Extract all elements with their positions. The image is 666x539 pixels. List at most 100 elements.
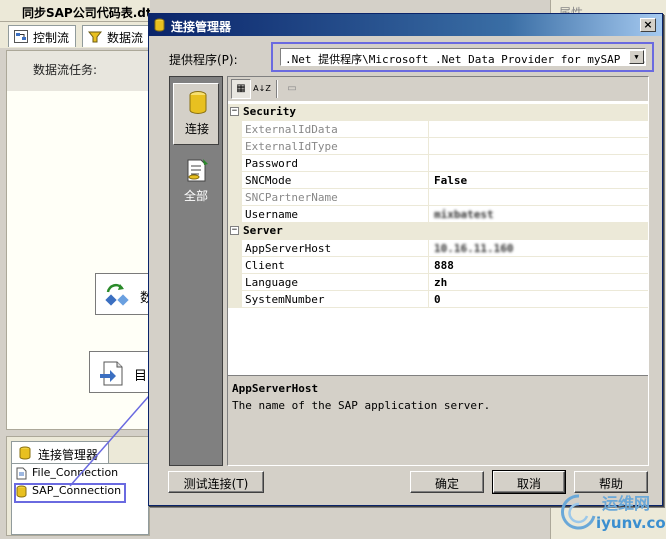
watermark-logo-icon [561,494,596,530]
properties-icon [187,159,208,182]
property-name: SNCMode [243,172,429,189]
property-name: SystemNumber [243,291,429,308]
table-row[interactable]: Username mixbatest [228,206,648,223]
tab-data-flow[interactable]: 数据流 [82,25,152,47]
row-gutter [228,274,242,291]
database-icon [19,446,31,460]
close-icon: × [643,18,653,31]
property-pages-icon: ▭ [287,83,297,94]
category-security-label: Security [243,105,296,118]
watermark: 运维网 iyunv.com [560,488,666,538]
property-name: ExternalIdData [243,121,429,138]
alphabetical-button[interactable]: A↓Z [252,79,272,99]
close-button[interactable]: × [640,18,656,32]
sort-alpha-icon: A↓Z [253,84,271,93]
nav-item-all[interactable]: 全部 [173,151,219,213]
table-row[interactable]: SNCMode False [228,172,648,189]
provider-select[interactable]: .Net 提供程序\Microsoft .Net Data Provider f… [280,48,646,66]
provider-label: 提供程序(P): [169,53,238,67]
property-grid-toolbar: ▦ A↓Z ▭ [228,77,648,101]
row-gutter [228,189,242,206]
property-value[interactable] [432,155,646,172]
destination-block-label: 目 [134,369,148,384]
transform-block[interactable]: 数 [95,273,155,315]
table-row[interactable]: ExternalIdType [228,138,648,155]
destination-block[interactable]: 目 [89,351,155,393]
row-gutter [228,206,242,223]
property-pages-button[interactable]: ▭ [282,79,302,99]
property-name: Username [243,206,429,223]
nav-item-all-label: 全部 [183,189,208,203]
transform-icon [105,283,129,306]
property-value[interactable]: 0 [432,291,646,308]
property-name: SNCPartnerName [243,189,429,206]
table-row[interactable]: Client 888 [228,257,648,274]
test-connection-label: 测试连接(T) [183,477,249,491]
description-text: The name of the SAP application server. [232,399,491,412]
chevron-down-icon[interactable]: ▼ [629,50,644,64]
property-name: Client [243,257,429,274]
cancel-label: 取消 [516,477,541,491]
row-gutter [228,138,242,155]
category-server[interactable]: − Server [228,223,648,240]
designer-tabs: 控制流 数据流 [0,22,152,48]
property-name: ExternalIdType [243,138,429,155]
description-title: AppServerHost [232,382,319,395]
dialog-title-bar: 连接管理器 × [149,14,662,36]
table-row[interactable]: Password [228,155,648,172]
property-table: − Security ExternalIdData ExternalIdType… [228,104,648,308]
categorized-button[interactable]: ▦ [231,79,251,99]
database-icon [154,18,165,32]
connection-manager-tab[interactable]: 连接管理器 [11,441,109,463]
connection-list: File_Connection SAP_Connection [11,463,149,535]
designer-title-text: 同步SAP公司代码表.dt... [22,6,150,20]
watermark-url: iyunv.com [596,514,666,532]
property-value[interactable] [432,121,646,138]
table-row[interactable]: Language zh [228,274,648,291]
row-gutter [228,240,242,257]
data-flow-icon [88,31,102,43]
row-gutter [228,155,242,172]
connection-item-file-label: File_Connection [32,466,119,479]
property-value[interactable]: False [432,172,646,189]
category-server-label: Server [243,224,283,237]
property-value[interactable]: mixbatest [432,206,646,223]
category-security[interactable]: − Security [228,104,648,121]
table-row[interactable]: AppServerHost 10.16.11.160 [228,240,648,257]
property-value[interactable]: 10.16.11.160 [432,240,646,257]
file-connection-icon [16,467,27,480]
designer-canvas[interactable]: 数据流任务: 数 目 [6,50,155,430]
property-value[interactable]: zh [432,274,646,291]
connection-item-file[interactable]: File_Connection [16,466,118,482]
collapse-icon[interactable]: − [230,107,239,116]
row-gutter [228,121,242,138]
tab-data-flow-label: 数据流 [107,31,144,45]
ok-button[interactable]: 确定 [410,471,484,493]
test-connection-button[interactable]: 测试连接(T) [168,471,264,493]
row-gutter [228,172,242,189]
property-value[interactable] [432,189,646,206]
row-gutter [228,291,242,308]
connection-manager-panel: 连接管理器 File_Connection SAP_Connection [6,436,150,536]
data-flow-task-label: 数据流任务: [33,63,98,77]
ok-label: 确定 [434,477,459,491]
table-row[interactable]: SystemNumber 0 [228,291,648,308]
table-row[interactable]: SNCPartnerName [228,189,648,206]
property-name: Language [243,274,429,291]
provider-highlight: .Net 提供程序\Microsoft .Net Data Provider f… [271,42,654,72]
nav-item-connection[interactable]: 连接 [173,83,219,145]
property-value[interactable]: 888 [432,257,646,274]
database-icon [189,91,207,114]
nav-item-connection-label: 连接 [184,122,209,136]
row-gutter [228,257,242,274]
cancel-button[interactable]: 取消 [492,470,566,494]
sap-connection-highlight [14,483,126,503]
tab-control-flow[interactable]: 控制流 [8,25,77,47]
collapse-icon[interactable]: − [230,226,239,235]
page-nav: 连接 全部 [169,76,223,466]
connection-manager-dialog: 连接管理器 × 提供程序(P): .Net 提供程序\Microsoft .Ne… [148,13,663,506]
toolbar-separator [276,80,278,98]
watermark-text: 运维网 [602,494,651,513]
table-row[interactable]: ExternalIdData [228,121,648,138]
property-value[interactable] [432,138,646,155]
